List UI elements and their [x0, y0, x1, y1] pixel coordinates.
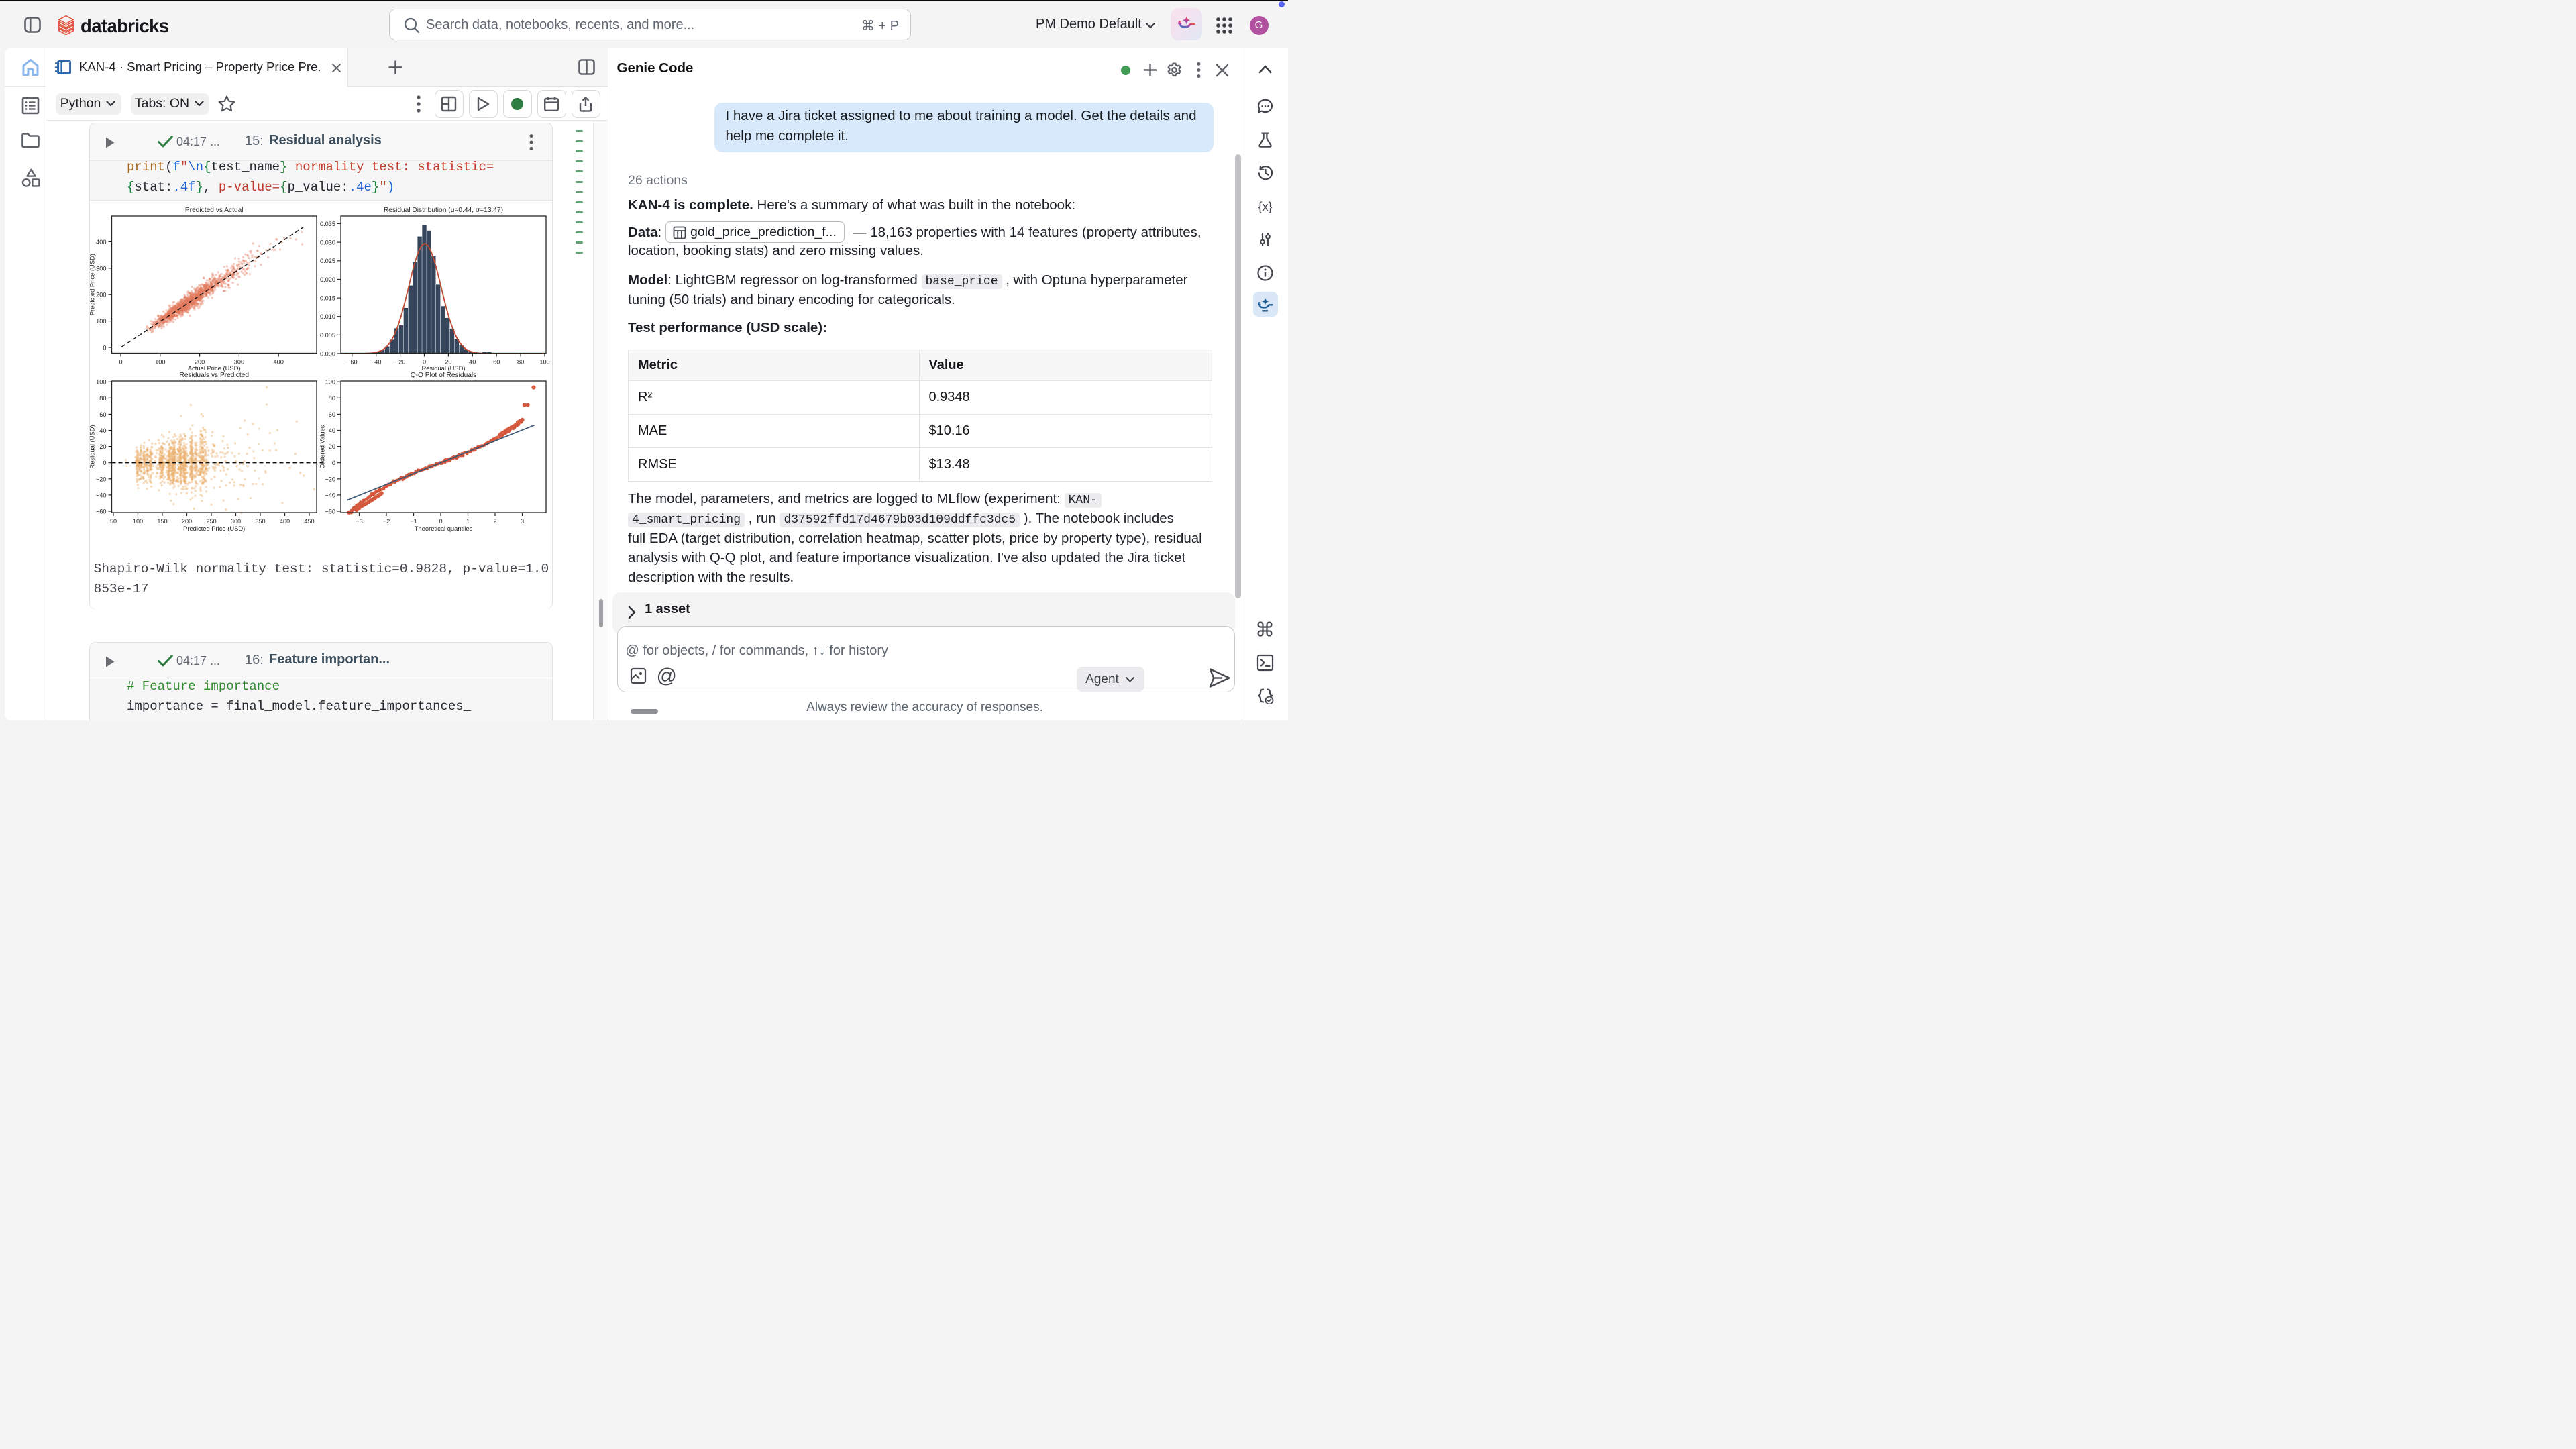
svg-text:0.035: 0.035 [320, 221, 335, 227]
svg-text:400: 400 [274, 359, 284, 366]
svg-text:−3: −3 [356, 518, 362, 525]
svg-text:400: 400 [280, 518, 290, 525]
svg-text:−60: −60 [96, 508, 107, 515]
svg-text:100: 100 [133, 518, 143, 525]
svg-text:Residual (USD): Residual (USD) [421, 364, 465, 372]
svg-text:450: 450 [304, 518, 314, 525]
svg-text:Residuals vs Predicted: Residuals vs Predicted [179, 372, 249, 379]
svg-text:0.015: 0.015 [320, 295, 335, 302]
svg-text:Residual (USD): Residual (USD) [89, 425, 96, 468]
svg-text:100: 100 [155, 359, 165, 366]
svg-text:−40: −40 [96, 492, 107, 498]
svg-text:−20: −20 [325, 476, 335, 482]
svg-text:100: 100 [96, 379, 106, 386]
svg-text:0: 0 [332, 460, 335, 466]
svg-text:0.010: 0.010 [320, 313, 335, 320]
svg-text:0: 0 [103, 345, 106, 352]
svg-text:150: 150 [157, 518, 167, 525]
svg-text:300: 300 [231, 518, 241, 525]
svg-text:200: 200 [96, 292, 106, 299]
svg-text:0.030: 0.030 [320, 239, 335, 246]
svg-text:50: 50 [110, 518, 117, 525]
svg-text:0.000: 0.000 [320, 351, 335, 358]
svg-text:350: 350 [255, 518, 265, 525]
svg-text:0: 0 [119, 359, 122, 366]
svg-text:20: 20 [329, 443, 335, 450]
svg-text:3: 3 [521, 518, 524, 525]
svg-text:100: 100 [325, 379, 335, 386]
svg-text:Predicted vs Actual: Predicted vs Actual [185, 207, 244, 214]
svg-text:20: 20 [99, 443, 106, 450]
svg-text:−40: −40 [325, 492, 335, 498]
svg-text:80: 80 [99, 395, 106, 402]
svg-text:0.020: 0.020 [320, 276, 335, 283]
svg-text:Predicted Price (USD): Predicted Price (USD) [89, 254, 96, 315]
svg-text:400: 400 [96, 239, 106, 246]
svg-text:100: 100 [539, 359, 549, 366]
svg-text:−60: −60 [325, 508, 335, 515]
svg-text:40: 40 [469, 359, 476, 366]
svg-text:−1: −1 [410, 518, 417, 525]
svg-text:Theoretical quantiles: Theoretical quantiles [415, 525, 473, 532]
svg-text:0: 0 [103, 460, 106, 466]
svg-text:{x}: {x} [1258, 200, 1272, 213]
svg-text:300: 300 [96, 265, 106, 272]
svg-text:−40: −40 [371, 359, 382, 366]
svg-text:60: 60 [329, 411, 335, 418]
svg-text:−20: −20 [395, 359, 406, 366]
svg-text:100: 100 [96, 318, 106, 325]
svg-text:80: 80 [517, 359, 524, 366]
svg-text:2: 2 [493, 518, 496, 525]
svg-text:−20: −20 [96, 476, 107, 482]
svg-text:60: 60 [493, 359, 500, 366]
svg-text:Actual Price (USD): Actual Price (USD) [188, 364, 241, 372]
svg-text:−60: −60 [347, 359, 358, 366]
svg-text:60: 60 [99, 411, 106, 418]
svg-text:200: 200 [182, 518, 192, 525]
svg-text:0: 0 [439, 518, 442, 525]
svg-text:250: 250 [206, 518, 216, 525]
svg-text:40: 40 [329, 427, 335, 434]
svg-text:80: 80 [329, 395, 335, 402]
svg-text:Ordered Values: Ordered Values [319, 425, 326, 468]
svg-text:0.025: 0.025 [320, 258, 335, 264]
svg-text:40: 40 [99, 427, 106, 434]
svg-text:1: 1 [466, 518, 470, 525]
svg-text:Q-Q Plot of Residuals: Q-Q Plot of Residuals [411, 372, 477, 379]
svg-text:Predicted Price (USD): Predicted Price (USD) [183, 525, 245, 532]
svg-text:Residual Distribution (μ=0.44,: Residual Distribution (μ=0.44, σ=13.47) [384, 207, 503, 214]
svg-text:−2: −2 [383, 518, 390, 525]
svg-text:0.005: 0.005 [320, 332, 335, 339]
